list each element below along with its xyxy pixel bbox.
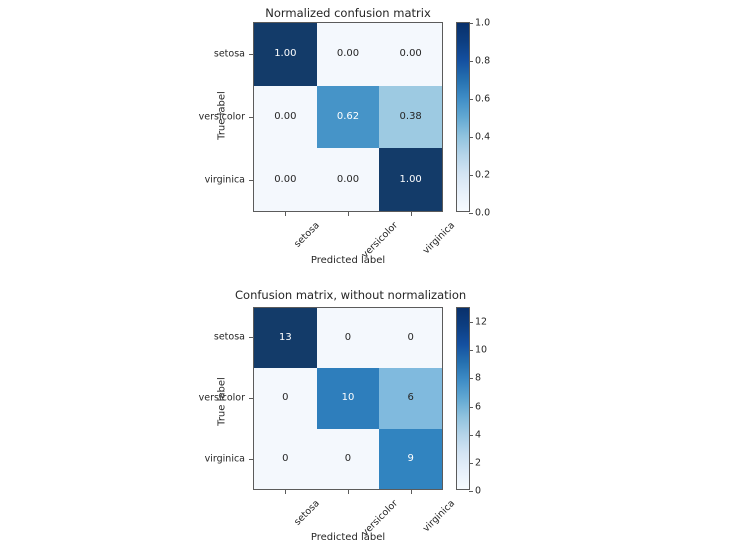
- colorbar-tick-mark: [469, 462, 473, 464]
- colorbar-tick-mark: [469, 23, 473, 24]
- heatmap-cell: 0.38: [379, 85, 442, 149]
- x-tick-label-virginica: virginica: [420, 220, 458, 257]
- colorbar-tick-mark: [469, 378, 473, 380]
- heatmap-cell: 0: [316, 308, 380, 369]
- y-tick-label-setosa: setosa: [213, 331, 245, 343]
- colorbar-tick-label: 2: [475, 457, 482, 469]
- chart-title: Normalized confusion matrix: [265, 6, 431, 20]
- colorbar-tick-label: 0.6: [475, 93, 491, 105]
- heatmap-cell: 1.00: [379, 148, 442, 211]
- heatmap-cell: 0.00: [254, 148, 317, 211]
- heatmap-grid: 13 0 0 0 10 6 0 0 9: [253, 307, 443, 490]
- heatmap-grid: 1.00 0.00 0.00 0.00 0.62 0.38 0.00 0.00 …: [253, 22, 443, 212]
- colorbar-tick-mark: [469, 175, 473, 176]
- heatmap-cell: 0.62: [316, 85, 380, 149]
- colorbar-tick-label: 12: [475, 316, 488, 328]
- heatmap-cell: 10: [316, 368, 380, 429]
- colorbar-tick-label: 8: [475, 372, 482, 384]
- x-axis-label: Predicted label: [310, 532, 386, 543]
- x-tick-label-setosa: setosa: [292, 220, 322, 250]
- colorbar-tick-mark: [469, 213, 473, 214]
- colorbar: 0 2 4 6 8 10 12: [456, 307, 487, 497]
- colorbar-tick-mark: [469, 406, 473, 408]
- colorbar-tick-mark: [469, 99, 473, 100]
- x-tick-mark: [348, 490, 349, 494]
- heatmap-cell: 0: [254, 368, 317, 429]
- colorbar-tick-mark: [469, 434, 473, 436]
- x-tick-mark: [411, 490, 412, 494]
- heatmap-cell: 0.00: [379, 23, 442, 86]
- y-tick-label-virginica: virginica: [204, 174, 245, 186]
- y-tick-label-versicolor: versicolor: [198, 111, 245, 123]
- colorbar-tick-label: 10: [475, 344, 488, 356]
- heatmap-cell: 0: [254, 428, 317, 489]
- colorbar-tick-label: 4: [475, 429, 482, 441]
- colorbar-tick-mark: [469, 350, 473, 352]
- colorbar-tick-label: 1.0: [475, 17, 491, 29]
- heatmap-cell: 0.00: [316, 148, 380, 211]
- colorbar-tick-mark: [469, 322, 473, 324]
- matplotlib-figure: Normalized confusion matrix True label s…: [0, 0, 734, 558]
- x-tick-label-setosa: setosa: [292, 498, 322, 528]
- y-tick-label-setosa: setosa: [213, 48, 245, 60]
- colorbar-tick-label: 0.8: [475, 55, 491, 67]
- colorbar-tick-mark: [469, 137, 473, 138]
- heatmap-cell: 1.00: [254, 23, 317, 86]
- x-tick-mark: [285, 490, 286, 494]
- x-tick-mark: [411, 212, 412, 216]
- heatmap-cell: 6: [379, 368, 442, 429]
- heatmap-cell: 13: [254, 308, 317, 369]
- y-tick-label-versicolor: versicolor: [198, 392, 245, 404]
- chart-title: Confusion matrix, without normalization: [235, 288, 467, 302]
- colorbar: 0.0 0.2 0.4 0.6 0.8 1.0: [456, 18, 490, 219]
- colorbar-tick-label: 0.2: [475, 169, 491, 181]
- x-tick-mark: [285, 212, 286, 216]
- x-tick-mark: [348, 212, 349, 216]
- colorbar-tick-label: 0: [475, 485, 482, 497]
- colorbar-tick-mark: [469, 491, 473, 492]
- x-tick-label-virginica: virginica: [420, 498, 458, 535]
- heatmap-cell: 0.00: [316, 23, 380, 86]
- colorbar-tick-label: 0.4: [475, 131, 491, 143]
- y-tick-label-virginica: virginica: [204, 453, 245, 465]
- heatmap-cell: 0: [379, 308, 442, 369]
- colorbar-tick-label: 0.0: [475, 207, 491, 219]
- heatmap-cell: 0: [316, 428, 380, 489]
- colorbar-tick-label: 6: [475, 401, 482, 413]
- heatmap-cell: 9: [379, 428, 442, 489]
- colorbar-tick-mark: [469, 61, 473, 62]
- x-axis-label: Predicted label: [310, 255, 386, 266]
- heatmap-cell: 0.00: [254, 85, 317, 149]
